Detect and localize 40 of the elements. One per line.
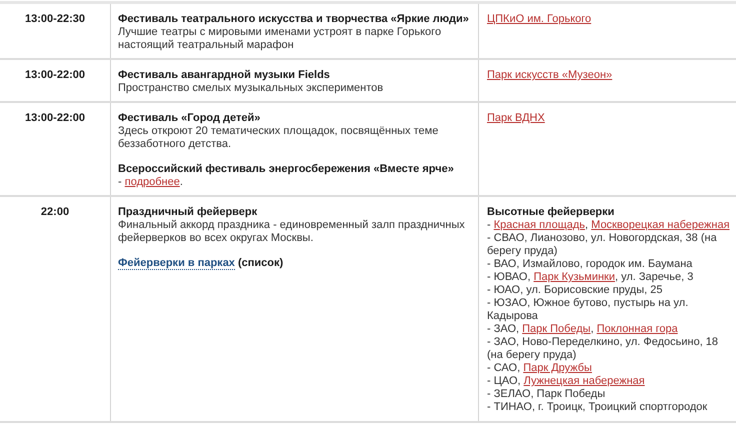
paragraph: Лучшие театры с мировыми именами устроят в парке Горького настоящий театральный марафон [118,26,442,52]
paragraph: - подробнее. [118,176,184,189]
paragraph: - ТИНАО, г. Троицк, Троицкий спортгородок [487,401,708,414]
event-time: 13:00-22:30 [25,13,85,26]
heading: Фестиваль «Город детей» [118,112,262,125]
paragraph: Финальный аккорд праздника - единовременный залп праздничных фейерверков во всех округах Москвы. [118,219,466,245]
paragraph: - САО, Парк Дружбы [487,362,593,375]
paragraph: - ЗАО, Ново-Переделкино, ул. Федосьино, 18 (на берегу пруда) [487,336,720,362]
paragraph: - ЦАО, Лужнецкая набережная [487,375,646,388]
event-time: 13:00-22:00 [25,69,85,82]
paragraph: - ЮЗАО, Южное бутово, пустырь на ул. Кадырова [487,297,690,323]
heading: Фейерверки в парках (список) [118,257,284,270]
link[interactable]: Парк ВДНХ [487,112,545,124]
heading: Фестиваль театрального искусства и творчества «Яркие люди» [118,13,470,26]
link[interactable]: Парк искусств «Музеон» [487,69,612,81]
link[interactable]: Парк Победы [522,323,591,335]
paragraph: - ВАО, Измайлово, городок им. Баумана [487,258,694,271]
event-time: 13:00-22:00 [25,112,85,125]
link[interactable]: Красная площадь [494,219,586,231]
paragraph: Здесь откроют 20 тематических площадок, посвящённых теме беззаботного детства. [118,125,440,151]
link[interactable]: Парк Кузьминки [534,271,616,283]
link[interactable]: Москворецкая набережная [591,219,730,231]
paragraph: - ЗАО, Парк Победы, Поклонная гора [487,323,679,336]
heading: Фестиваль авангардной музыки Fields [118,69,331,82]
heading: Высотные фейерверки [487,206,616,219]
paragraph: - Красная площадь, Москворецкая набережная [487,219,731,232]
link[interactable]: ЦПКиО им. Горького [487,13,592,25]
paragraph: - ЮАО, ул. Борисовские пруды, 25 [487,284,664,297]
link[interactable]: Лужнецкая набережная [524,375,645,387]
heading: Праздничный фейерверк [118,206,258,219]
link[interactable]: подробнее [124,176,180,188]
event-time: 22:00 [40,206,70,219]
paragraph: - СВАО, Лианозово, ул. Новогордская, 38 (на берегу пруда) [487,232,718,258]
paragraph: - ЮВАО, Парк Кузьминки, ул. Заречье, 3 [487,271,694,284]
paragraph: Пространство смелых музыкальных экспериментов [118,82,384,95]
link[interactable]: Фейерверки в парках [118,257,235,270]
link[interactable]: Поклонная гора [596,323,678,335]
link[interactable]: Парк Дружбы [523,362,592,374]
heading: Всероссийский фестиваль энергосбережения «Вместе ярче» [118,163,455,176]
paragraph: - ЗЕЛАО, Парк Победы [487,388,606,401]
